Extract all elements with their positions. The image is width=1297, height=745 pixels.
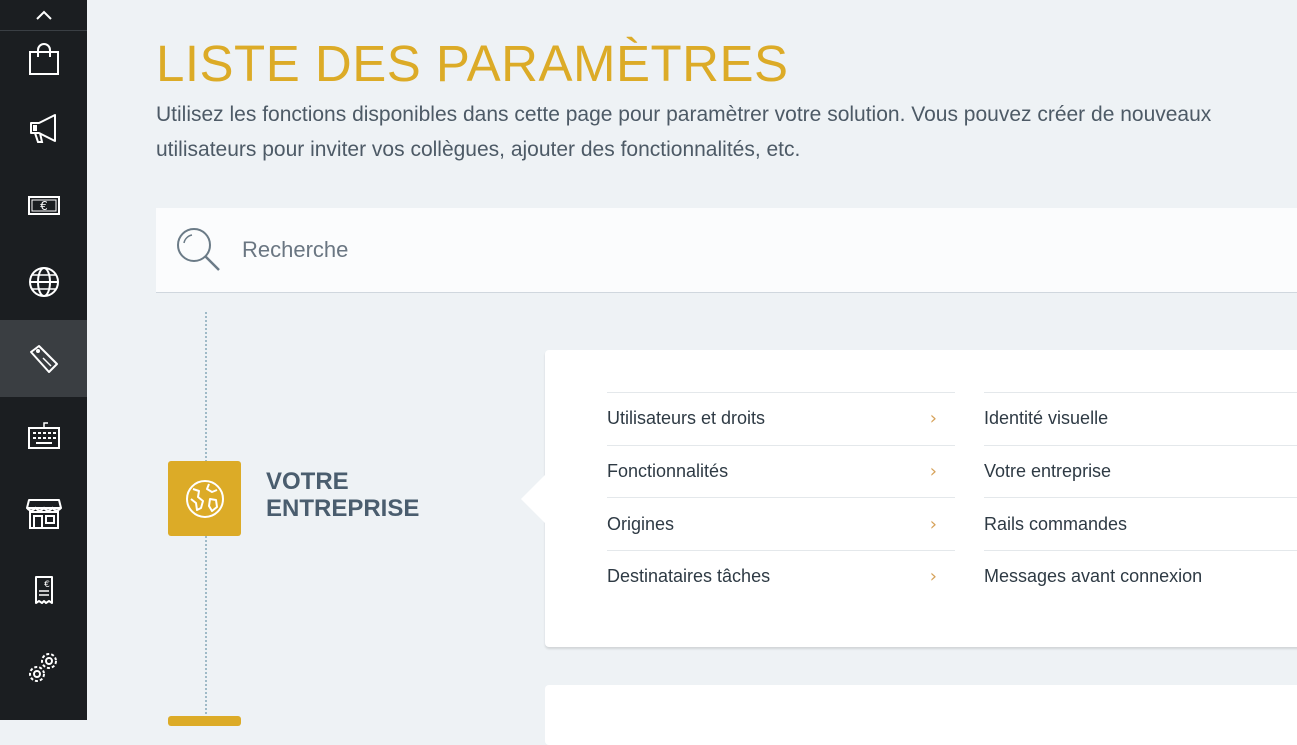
- search-bar: [156, 208, 1297, 293]
- section-title-line-1: VOTRE: [266, 468, 349, 495]
- page-description-line-1: Utilisez les fonctions disponibles dans …: [156, 103, 1212, 126]
- shopping-bag-icon: [28, 43, 59, 75]
- sidebar-item-finance[interactable]: €: [0, 166, 87, 243]
- page-description: Utilisez les fonctions disponibles dans …: [156, 97, 1297, 167]
- globe-icon: [185, 479, 224, 518]
- settings-link-label: Votre entreprise: [984, 461, 1112, 482]
- section-title-line-2: ENTREPRISE: [266, 495, 420, 522]
- invoice-icon: €: [34, 575, 53, 604]
- sidebar-item-shop[interactable]: [0, 31, 87, 89]
- settings-link-order-rails[interactable]: Rails commandes: [984, 497, 1297, 550]
- settings-link-features[interactable]: Fonctionnalités ›: [607, 444, 955, 498]
- main-content: LISTE DES PARAMÈTRES Utilisez les foncti…: [87, 0, 1297, 745]
- settings-link-origins[interactable]: Origines ›: [607, 497, 955, 550]
- globe-icon: [28, 266, 59, 297]
- settings-link-task-recipients[interactable]: Destinataires tâches ›: [607, 550, 955, 603]
- settings-link-visual-identity[interactable]: Identité visuelle: [984, 392, 1297, 445]
- svg-text:€: €: [44, 580, 50, 590]
- page-description-line-2: utilisateurs pour inviter vos collègues,…: [156, 138, 801, 161]
- sidebar-item-settings[interactable]: [0, 320, 87, 397]
- sidebar: € €: [0, 0, 87, 720]
- chevron-right-icon: ›: [929, 513, 937, 535]
- sidebar-item-invoices[interactable]: €: [0, 551, 87, 628]
- settings-link-label: Messages avant connexion: [984, 566, 1203, 587]
- settings-link-label: Identité visuelle: [984, 408, 1109, 429]
- section-title: VOTRE ENTREPRISE: [266, 468, 486, 522]
- settings-link-company[interactable]: Votre entreprise: [984, 444, 1297, 498]
- settings-column-1: Utilisateurs et droits › Fonctionnalités…: [607, 392, 955, 603]
- settings-link-label: Destinataires tâches: [607, 566, 771, 587]
- sidebar-item-store[interactable]: [0, 474, 87, 551]
- settings-link-pre-login-messages[interactable]: Messages avant connexion: [984, 550, 1297, 603]
- search-icon[interactable]: [174, 225, 224, 275]
- storefront-icon: [25, 498, 62, 529]
- sidebar-collapse-button[interactable]: [0, 0, 87, 31]
- chevron-up-icon: [35, 10, 52, 20]
- settings-link-users-rights[interactable]: Utilisateurs et droits ›: [607, 392, 955, 445]
- sidebar-item-web[interactable]: [0, 243, 87, 320]
- next-section-badge: [168, 716, 241, 726]
- euro-banknote-icon: €: [27, 195, 60, 215]
- settings-link-label: Origines: [607, 513, 675, 534]
- chevron-right-icon: ›: [929, 408, 937, 430]
- svg-text:€: €: [40, 199, 48, 213]
- next-section-card: [545, 685, 1297, 745]
- search-input[interactable]: [242, 230, 1142, 270]
- section-card: Utilisateurs et droits › Fonctionnalités…: [521, 350, 1297, 647]
- sidebar-item-marketing[interactable]: [0, 89, 87, 166]
- settings-link-label: Rails commandes: [984, 513, 1128, 534]
- chevron-right-icon: ›: [929, 566, 937, 588]
- section-badge: [168, 461, 241, 536]
- tag-settings-icon: [29, 344, 58, 373]
- megaphone-icon: [29, 113, 56, 143]
- sidebar-item-config[interactable]: [0, 628, 87, 705]
- settings-link-label: Utilisateurs et droits: [607, 408, 766, 429]
- gears-icon: [28, 652, 57, 682]
- sidebar-item-pos[interactable]: [0, 397, 87, 474]
- keyboard-icon: [27, 421, 60, 449]
- settings-link-label: Fonctionnalités: [607, 461, 729, 482]
- page-title: LISTE DES PARAMÈTRES: [156, 35, 789, 92]
- chevron-right-icon: ›: [929, 461, 937, 483]
- settings-column-2: Identité visuelle Votre entreprise Rails…: [984, 392, 1297, 603]
